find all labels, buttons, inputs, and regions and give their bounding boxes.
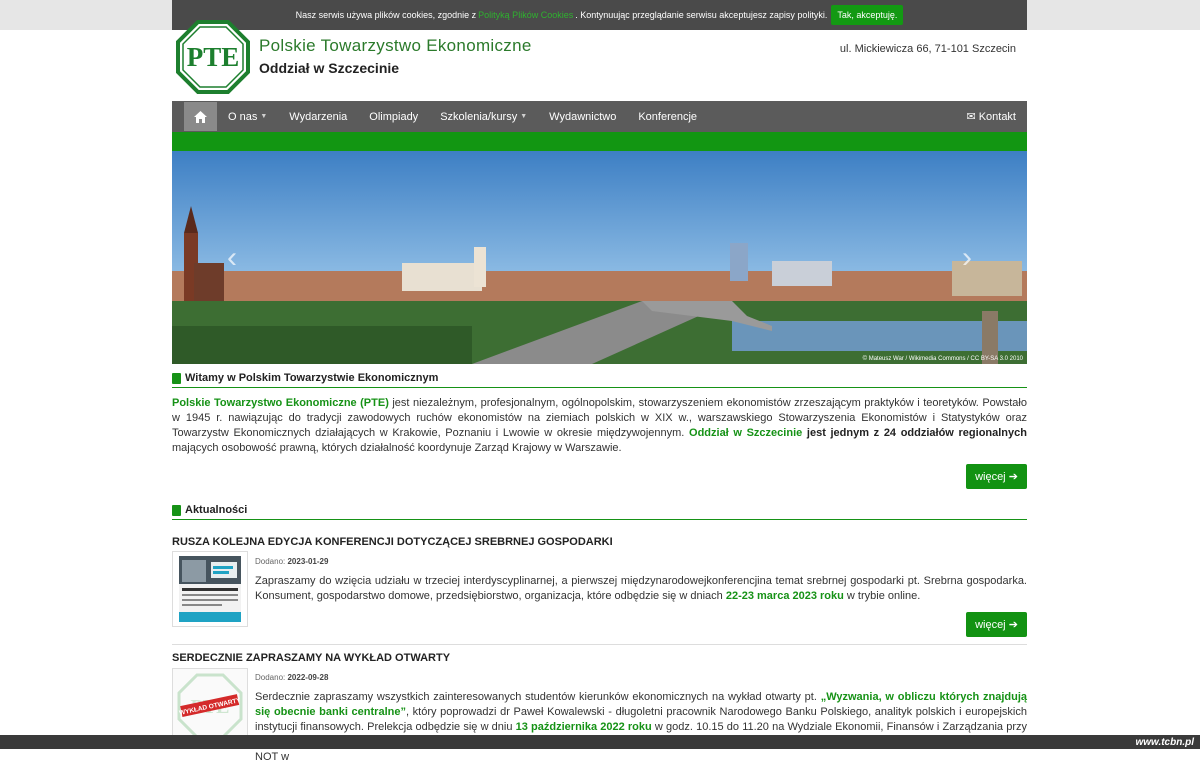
news-excerpt: Zapraszamy do wzięcia udziału w trzeciej… [255,574,1027,604]
news-thumbnail[interactable]: PTE WYKŁAD OTWARTY [172,668,248,744]
nav-contact-link[interactable]: ✉ Kontakt [966,110,1027,124]
news-item-title[interactable]: SERDECZNIE ZAPRASZAMY NA WYKŁAD OTWARTY [172,652,450,664]
welcome-heading: Witamy w Polskim Towarzystwie Ekonomiczn… [172,372,1027,388]
news-separator [172,644,1027,645]
footer-tag: www.tcbn.pl [1135,737,1194,748]
org-name[interactable]: Polskie Towarzystwo Ekonomiczne [259,36,532,56]
welcome-more-button[interactable]: więcej ➔ [966,464,1027,489]
photo-credit: © Mateusz War / Wikimedia Commons / CC B… [862,356,1023,362]
panorama-image [172,151,1027,364]
nav-label: Wydarzenia [289,110,348,123]
arrow-right-icon: ➔ [1008,471,1018,483]
nav-label: Wydawnictwo [549,110,617,123]
book-icon [172,504,181,516]
added-label: Dodano: [255,557,286,566]
news-item-title[interactable]: RUSZA KOLEJNA EDYCJA KONFERENCJI DOTYCZĄ… [172,536,613,548]
nav-item-o-nas[interactable]: O nas ▼ [217,111,278,123]
news-date: Dodano: 2023-01-29 [255,557,328,566]
date-value: 2022-09-28 [287,673,329,682]
welcome-paragraph: Polskie Towarzystwo Ekonomiczne (PTE) je… [172,396,1027,456]
nav-label: Olimpiady [369,110,419,123]
news-date: Dodano: 2022-09-28 [255,673,328,682]
nav-label: O nas [228,110,258,123]
nav-item-konferencje[interactable]: Konferencje [627,111,708,123]
welcome-org: Polskie Towarzystwo Ekonomiczne (PTE) [172,397,389,409]
nav-item-wydarzenia[interactable]: Wydarzenia [278,111,358,123]
logo-text: PTE [187,42,240,72]
address: ul. Mickiewicza 66, 71-101 Szczecin [839,43,1016,55]
nav-contact-label: Kontakt [978,110,1016,123]
nav-label: Szkolenia/kursy [440,110,518,123]
envelope-icon: ✉ [966,111,976,123]
welcome-bold: jest jednym z 24 oddziałów regionalnych [802,427,1027,439]
welcome-text-2: mających osobowość prawną, których dział… [172,442,622,454]
caret-down-icon: ▼ [260,113,268,120]
cookie-text-after: . Kontynuując przeglądanie serwisu akcep… [575,10,828,20]
hero-slider: ‹ › © Mateusz War / Wikimedia Commons / … [172,151,1027,364]
cookie-policy-link[interactable]: Polityką Plików Cookies [478,10,573,20]
bottom-bar [0,735,1200,749]
caret-down-icon: ▼ [520,113,528,120]
slider-prev-icon[interactable]: ‹ [227,241,237,275]
nav-item-szkolenia[interactable]: Szkolenia/kursy ▼ [429,111,538,123]
welcome-title: Witamy w Polskim Towarzystwie Ekonomiczn… [185,372,439,384]
more-label: więcej [975,618,1006,631]
cookie-notice: Nasz serwis używa plików cookies, zgodni… [172,0,1027,30]
cookie-accept-button[interactable]: Tak, akceptuję. [831,5,904,25]
added-label: Dodano: [255,673,286,682]
news-more-button[interactable]: więcej ➔ [966,612,1027,637]
excerpt-date-highlight: 13 października 2022 roku [515,721,652,733]
nav-home-button[interactable] [184,102,217,131]
excerpt-text-end: w trybie online. [843,590,921,602]
green-strip [172,132,1027,151]
slider-next-icon[interactable]: › [962,241,972,275]
nav-item-wydawnictwo[interactable]: Wydawnictwo [538,111,627,123]
pte-logo[interactable]: PTE [176,20,250,94]
branch-name: Oddział w Szczecinie [259,60,400,76]
news-heading: Aktualności [172,504,1027,520]
more-label: więcej [975,470,1006,483]
date-value: 2023-01-29 [287,557,329,566]
nav-item-olimpiady[interactable]: Olimpiady [358,111,429,123]
news-excerpt: Serdecznie zapraszamy wszystkich zainter… [255,690,1027,765]
home-icon [194,110,207,123]
excerpt-highlight: 22-23 marca 2023 roku [725,590,844,602]
welcome-branch: Oddział w Szczecinie [689,427,803,439]
book-icon [172,372,181,384]
nav-label: Konferencje [638,110,698,123]
arrow-right-icon: ➔ [1008,619,1018,631]
news-thumbnail[interactable] [172,551,248,627]
excerpt-text: Serdecznie zapraszamy wszystkich zainter… [255,691,821,703]
cookie-text: Nasz serwis używa plików cookies, zgodni… [295,10,477,20]
main-nav: O nas ▼ Wydarzenia Olimpiady Szkolenia/ku… [172,101,1027,132]
news-title: Aktualności [185,504,248,516]
